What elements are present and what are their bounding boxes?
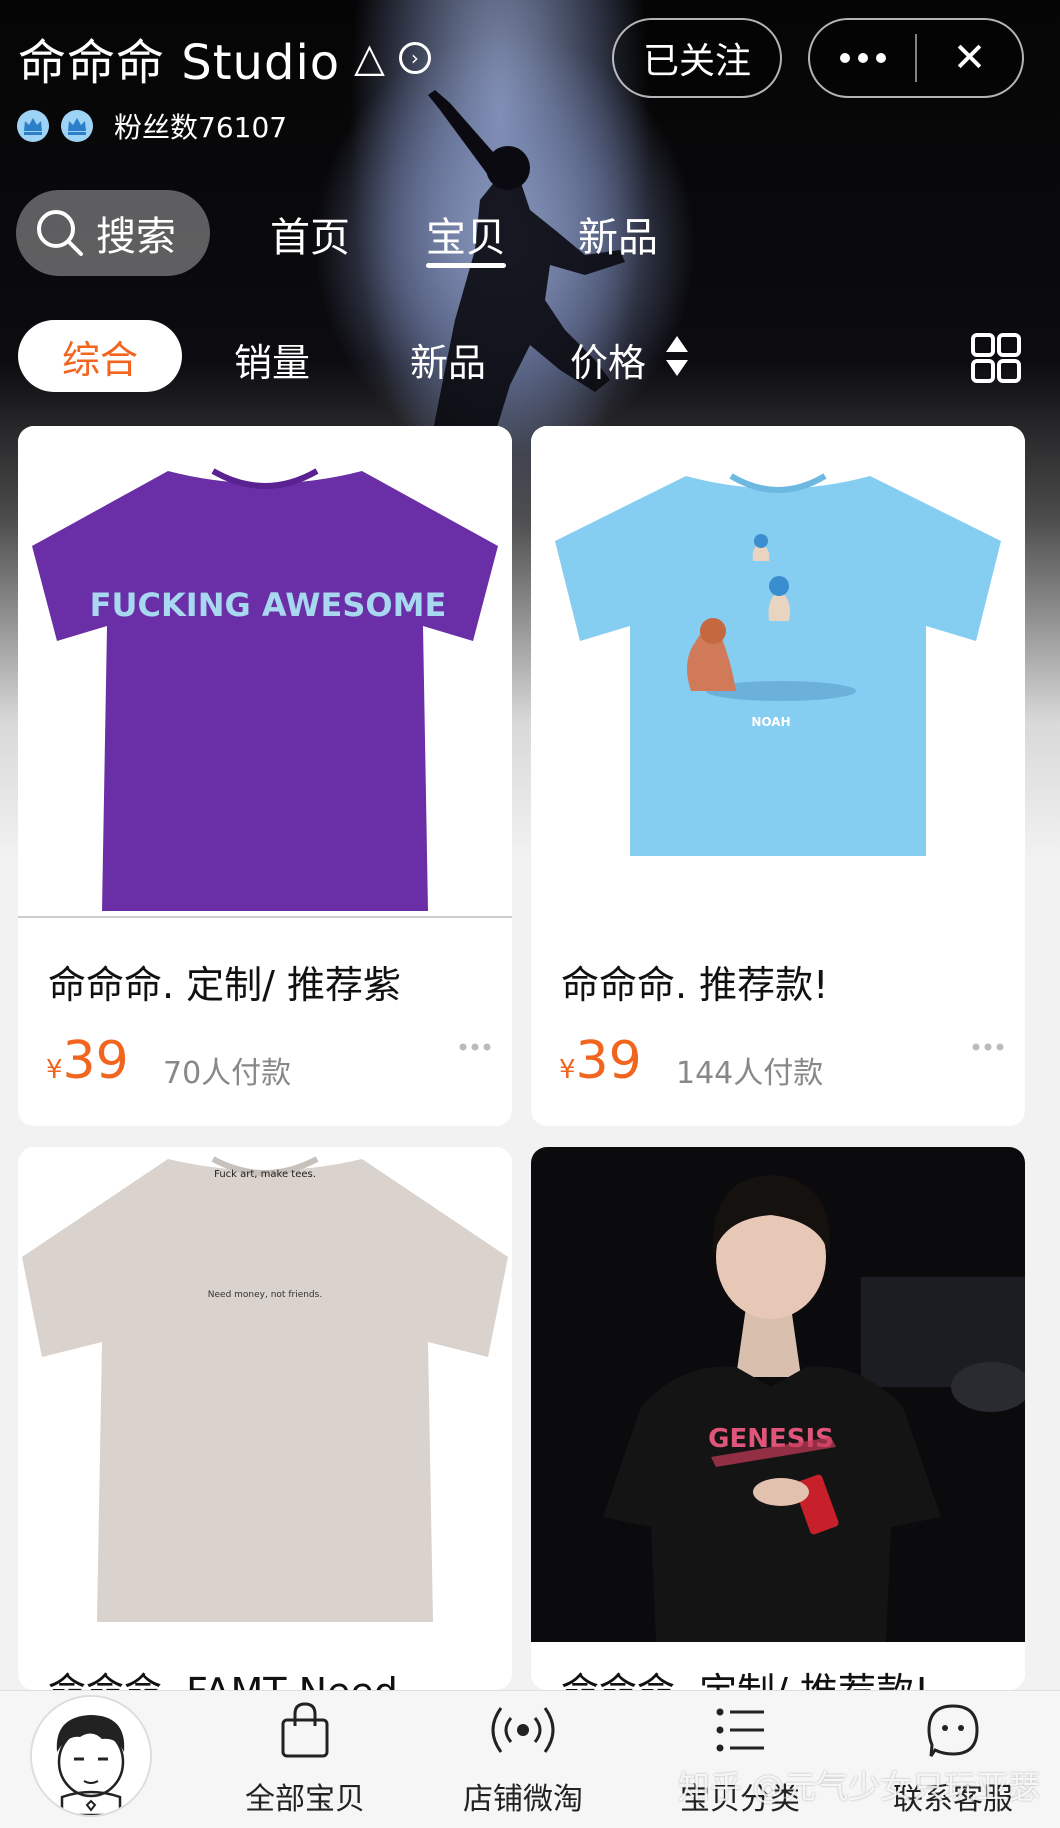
- product-sales: 144人付款: [676, 1056, 824, 1091]
- mini-program-capsule: ✕: [808, 18, 1024, 98]
- product-price: ¥39: [46, 1031, 129, 1091]
- watermark-text: 知乎 @元气少女只玩亚瑟: [678, 1768, 1041, 1806]
- product-print-text: Need money, not friends.: [208, 1290, 322, 1300]
- product-title[interactable]: 命命命. 定制/ 推荐款!: [561, 1661, 929, 1690]
- product-title[interactable]: 命命命. 推荐款!: [561, 954, 828, 1009]
- product-print-text: NOAH: [751, 715, 790, 729]
- close-icon[interactable]: ✕: [917, 18, 1022, 98]
- product-card[interactable]: GENESIS 命命命. 定制/ 推荐款!: [531, 1147, 1025, 1690]
- more-options-icon[interactable]: [810, 53, 915, 63]
- sort-sales[interactable]: 销量: [234, 332, 310, 387]
- bottom-tab-shop-feed[interactable]: 店铺微淘: [438, 1700, 608, 1818]
- shopping-bag-icon: [281, 1702, 329, 1758]
- search-button[interactable]: 搜索: [16, 190, 210, 276]
- cartoon-face-icon: [32, 1697, 150, 1815]
- crown-badge-icon: [61, 110, 93, 142]
- more-icon[interactable]: [971, 1042, 1005, 1052]
- shop-stats-row: 粉丝数76107: [16, 106, 287, 146]
- broadcast-icon: [491, 1707, 555, 1753]
- product-card[interactable]: Fuck art, make tees. Need money, not fri…: [18, 1147, 512, 1690]
- shop-avatar[interactable]: [32, 1697, 150, 1815]
- product-image: NOAH: [531, 426, 1025, 918]
- tab-home[interactable]: 首页: [270, 205, 350, 263]
- list-icon: [716, 1708, 764, 1752]
- triangle-logo-icon: △: [354, 35, 385, 81]
- sort-new[interactable]: 新品: [410, 332, 486, 387]
- fans-count: 粉丝数76107: [114, 111, 288, 144]
- product-title[interactable]: 命命命. 定制/ 推荐紫: [48, 954, 401, 1009]
- more-icon[interactable]: [458, 1042, 492, 1052]
- follow-button[interactable]: 已关注: [612, 18, 782, 98]
- bottom-tab-label: 全部宝贝: [245, 1782, 365, 1817]
- product-card[interactable]: NOAH 命命命. 推荐款! ¥39 144人付款: [531, 426, 1025, 1126]
- sort-price[interactable]: 价格: [570, 332, 646, 387]
- sort-comprehensive[interactable]: 综合: [18, 320, 182, 392]
- product-print-text: FUCKING AWESOME: [90, 586, 447, 624]
- bottom-tab-label: 店铺微淘: [463, 1782, 583, 1817]
- product-card[interactable]: FUCKING AWESOME 命命命. 定制/ 推荐紫 ¥39 70人付款: [18, 426, 512, 1126]
- tab-new[interactable]: 新品: [578, 205, 658, 263]
- shop-title-row: 命命命 Studio △ ›: [18, 28, 431, 91]
- product-image: FUCKING AWESOME: [18, 426, 512, 918]
- product-image: Fuck art, make tees. Need money, not fri…: [18, 1147, 512, 1642]
- bottom-tab-all-products[interactable]: 全部宝贝: [220, 1700, 390, 1818]
- crown-badge-icon: [17, 110, 49, 142]
- chat-bubble-icon: [927, 1704, 979, 1757]
- product-image: GENESIS: [531, 1147, 1025, 1642]
- chevron-right-circle-icon[interactable]: ›: [398, 42, 431, 74]
- active-tab-indicator: [426, 263, 506, 268]
- product-price: ¥39: [559, 1031, 642, 1091]
- product-collar-text: Fuck art, make tees.: [214, 1169, 316, 1180]
- shop-name[interactable]: 命命命 Studio: [18, 23, 340, 93]
- price-sort-arrows-icon[interactable]: [664, 334, 690, 378]
- product-sales: 70人付款: [163, 1056, 292, 1091]
- product-title[interactable]: 命命命. FAMT Need: [48, 1661, 398, 1690]
- search-label: 搜索: [96, 214, 176, 260]
- search-icon: [37, 210, 83, 256]
- grid-view-icon[interactable]: [970, 332, 1022, 384]
- tab-products[interactable]: 宝贝: [426, 205, 506, 263]
